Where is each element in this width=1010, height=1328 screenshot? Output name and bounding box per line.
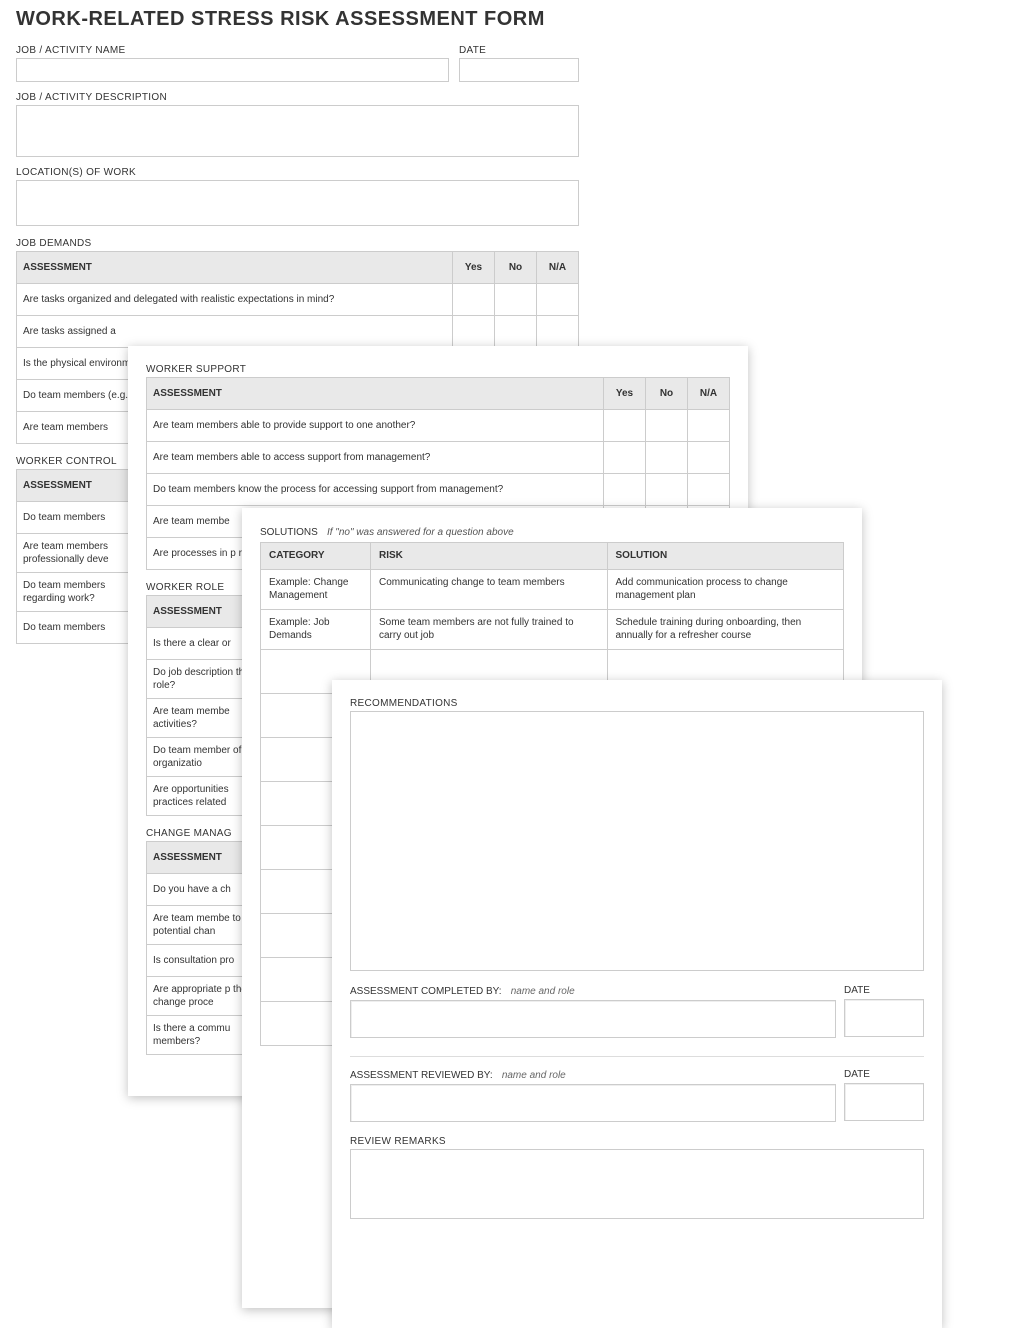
page-4: RECOMMENDATIONS ASSESSMENT COMPLETED BY:…: [332, 680, 942, 1328]
section-review-remarks: REVIEW REMARKS: [350, 1136, 924, 1147]
section-recommendations: RECOMMENDATIONS: [350, 698, 924, 709]
input-reviewed-date[interactable]: [844, 1083, 924, 1121]
ws-q1: Are team members able to provide support…: [147, 410, 604, 442]
section-worker-support: WORKER SUPPORT: [146, 364, 730, 375]
th-assessment: ASSESSMENT: [17, 252, 453, 284]
input-completed-date[interactable]: [844, 999, 924, 1037]
label-completed-by: ASSESSMENT COMPLETED BY:: [350, 986, 502, 997]
hint-name-role-2: name and role: [502, 1070, 566, 1081]
input-job-desc[interactable]: [16, 105, 579, 157]
input-review-remarks[interactable]: [350, 1149, 924, 1219]
hint-name-role-1: name and role: [511, 986, 575, 997]
input-date[interactable]: [459, 58, 579, 82]
th-na: N/A: [537, 252, 579, 284]
sol-r1-cat: Example: Change Management: [261, 569, 371, 609]
sol-r2-risk: Some team members are not fully trained …: [371, 609, 608, 649]
input-completed-by[interactable]: [350, 1000, 836, 1038]
label-job-desc: JOB / ACTIVITY DESCRIPTION: [16, 92, 579, 103]
th-no: No: [495, 252, 537, 284]
sol-r1-sol: Add communication process to change mana…: [607, 569, 844, 609]
th-yes: Yes: [453, 252, 495, 284]
jd-q2: Are tasks assigned a: [17, 316, 453, 348]
form-title: WORK-RELATED STRESS RISK ASSESSMENT FORM: [16, 8, 579, 31]
sol-r1-risk: Communicating change to team members: [371, 569, 608, 609]
input-reviewed-by[interactable]: [350, 1084, 836, 1122]
jd-q1: Are tasks organized and delegated with r…: [17, 284, 453, 316]
ws-q2: Are team members able to access support …: [147, 442, 604, 474]
sol-th-cat: CATEGORY: [261, 543, 371, 570]
separator: [350, 1056, 924, 1057]
solutions-note: If "no" was answered for a question abov…: [327, 527, 514, 538]
label-reviewed-date: DATE: [844, 1069, 924, 1080]
section-solutions: SOLUTIONS: [260, 527, 318, 538]
input-recommendations[interactable]: [350, 711, 924, 971]
ws-q3: Do team members know the process for acc…: [147, 474, 604, 506]
sol-r2-cat: Example: Job Demands: [261, 609, 371, 649]
sol-th-risk: RISK: [371, 543, 608, 570]
label-completed-date: DATE: [844, 985, 924, 996]
sol-row-1: Example: Change Management Communicating…: [261, 569, 844, 609]
section-job-demands: JOB DEMANDS: [16, 238, 579, 249]
input-job-name[interactable]: [16, 58, 449, 82]
sol-r2-sol: Schedule training during onboarding, the…: [607, 609, 844, 649]
jd-q1-yes[interactable]: [453, 284, 495, 316]
label-reviewed-by: ASSESSMENT REVIEWED BY:: [350, 1070, 493, 1081]
label-date: DATE: [459, 45, 579, 56]
label-locations: LOCATION(S) OF WORK: [16, 167, 579, 178]
label-job-name: JOB / ACTIVITY NAME: [16, 45, 449, 56]
sol-th-sol: SOLUTION: [607, 543, 844, 570]
input-locations[interactable]: [16, 180, 579, 226]
sol-row-2: Example: Job Demands Some team members a…: [261, 609, 844, 649]
ws-th: ASSESSMENT: [147, 378, 604, 410]
jd-q1-na[interactable]: [537, 284, 579, 316]
jd-q1-no[interactable]: [495, 284, 537, 316]
